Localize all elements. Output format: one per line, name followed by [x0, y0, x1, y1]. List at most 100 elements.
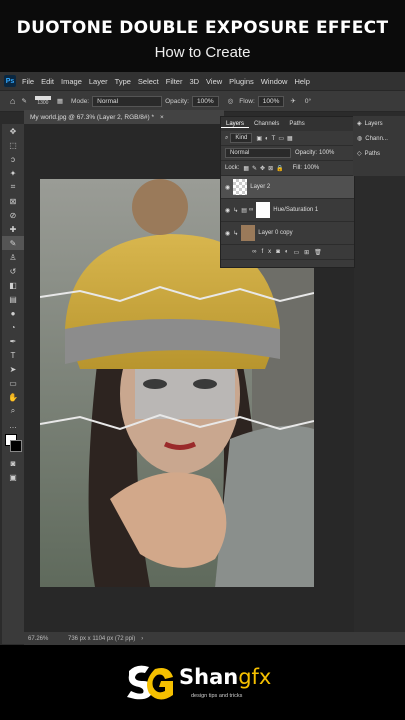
- layer-row-layer-2[interactable]: ◉ Layer 2: [221, 176, 354, 199]
- quick-select-tool-icon[interactable]: ✦: [2, 166, 24, 180]
- airbrush-icon[interactable]: ✈: [290, 97, 295, 105]
- menu-select[interactable]: Select: [138, 77, 159, 86]
- new-layer-icon[interactable]: ⊞: [304, 249, 314, 256]
- visibility-eye-icon[interactable]: ◉: [225, 207, 230, 214]
- brush-tool-icon[interactable]: ✎: [21, 97, 26, 105]
- layer-name: Layer 0 copy: [258, 230, 293, 236]
- photoshop-logo-icon: Ps: [4, 75, 16, 87]
- pen-tool-icon[interactable]: ✒: [2, 334, 24, 348]
- frame-tool-icon[interactable]: ⊠: [2, 194, 24, 208]
- panel-paths-button[interactable]: ◇ Paths: [353, 146, 405, 161]
- menu-plugins[interactable]: Plugins: [229, 77, 254, 86]
- quick-mask-icon[interactable]: ◙: [2, 456, 24, 470]
- opacity-label: Opacity:: [165, 97, 189, 105]
- tab-layers[interactable]: Layers: [221, 121, 250, 128]
- menu-3d[interactable]: 3D: [189, 77, 199, 86]
- menu-help[interactable]: Help: [294, 77, 309, 86]
- layer-row-hue-saturation[interactable]: ◉ ↳ ▤ ∞ Hue/Saturation 1: [221, 199, 354, 222]
- background-color-swatch[interactable]: [10, 440, 22, 452]
- color-swatches[interactable]: [2, 432, 24, 456]
- menu-window[interactable]: Window: [261, 77, 288, 86]
- brush-settings-icon[interactable]: ▦: [57, 97, 63, 105]
- banner-title: DUOTONE DOUBLE EXPOSURE EFFECT: [16, 18, 389, 38]
- shape-tool-icon[interactable]: ▭: [2, 376, 24, 390]
- adjustment-icon[interactable]: ◐: [285, 249, 294, 255]
- gradient-tool-icon[interactable]: ▤: [2, 292, 24, 306]
- brush-tool-icon-active[interactable]: ✎: [2, 236, 24, 250]
- menu-image[interactable]: Image: [61, 77, 82, 86]
- paths-panel-icon: ◇: [357, 151, 362, 157]
- layer-opacity-label: Opacity:: [295, 150, 318, 156]
- filter-row: ⌕ Kind ▣◐T▭▦: [221, 131, 354, 146]
- document-info[interactable]: 736 px x 1104 px (72 ppi): [68, 636, 135, 642]
- history-brush-tool-icon[interactable]: ↺: [2, 264, 24, 278]
- fill-field[interactable]: 100%: [304, 165, 319, 171]
- clone-stamp-tool-icon[interactable]: ♙: [2, 250, 24, 264]
- close-tab-icon[interactable]: ×: [160, 114, 164, 121]
- channels-panel-icon: ◍: [357, 136, 363, 142]
- layer-thumbnail: [233, 179, 248, 195]
- menu-file[interactable]: File: [22, 77, 34, 86]
- link-layers-icon[interactable]: ∞: [252, 249, 261, 255]
- menu-bar: Ps File Edit Image Layer Type Select Fil…: [0, 72, 405, 90]
- home-icon[interactable]: ⌂: [10, 96, 15, 106]
- path-select-tool-icon[interactable]: ➤: [2, 362, 24, 376]
- layer-name: Layer 2: [250, 184, 271, 190]
- menu-edit[interactable]: Edit: [41, 77, 54, 86]
- layers-panel-tabs: Layers Channels Paths: [221, 117, 354, 131]
- angle-field[interactable]: 0°: [305, 98, 311, 105]
- opacity-field[interactable]: 100%: [191, 95, 219, 107]
- new-group-icon[interactable]: ▭: [293, 249, 304, 256]
- type-tool-icon[interactable]: T: [2, 348, 24, 362]
- eraser-tool-icon[interactable]: ◧: [2, 278, 24, 292]
- status-arrow-icon[interactable]: ›: [141, 636, 143, 642]
- menu-view[interactable]: View: [206, 77, 222, 86]
- pressure-opacity-icon[interactable]: ◎: [228, 97, 234, 105]
- brand-name-suffix: gfx: [238, 665, 272, 689]
- dodge-tool-icon[interactable]: ◔: [2, 320, 24, 334]
- fx-button[interactable]: fx: [262, 249, 277, 255]
- panel-label: Chann...: [365, 135, 388, 142]
- panel-label: Paths: [364, 150, 380, 157]
- blend-mode-select[interactable]: Normal: [225, 148, 291, 158]
- sg-logo-mark: [127, 665, 173, 700]
- healing-tool-icon[interactable]: ✚: [2, 222, 24, 236]
- flow-field[interactable]: 100%: [257, 95, 285, 107]
- eyedropper-tool-icon[interactable]: ⊘: [2, 208, 24, 222]
- hand-tool-icon[interactable]: ✋: [2, 390, 24, 404]
- blur-tool-icon[interactable]: ●: [2, 306, 24, 320]
- add-mask-icon[interactable]: ◙: [276, 249, 285, 255]
- tab-channels[interactable]: Channels: [249, 121, 284, 127]
- move-tool-icon[interactable]: ✥: [2, 124, 24, 138]
- visibility-eye-icon[interactable]: ◉: [225, 230, 230, 237]
- tab-paths[interactable]: Paths: [284, 121, 309, 127]
- clip-arrow-icon: ↳: [233, 207, 239, 214]
- more-tools-icon[interactable]: …: [2, 418, 24, 432]
- panel-layers-button[interactable]: ◈ Layers: [353, 116, 405, 131]
- options-bar: ⌂ ✎ 1300 ▦ Mode: Normal Opacity: 100% ◎ …: [0, 90, 405, 112]
- zoom-tool-icon[interactable]: ⌕: [2, 404, 24, 418]
- panel-channels-button[interactable]: ◍ Chann...: [353, 131, 405, 146]
- document-tab[interactable]: My world.jpg @ 67.3% (Layer 2, RGB/8#) *…: [24, 110, 224, 124]
- flow-label: Flow:: [239, 97, 255, 105]
- screen-mode-icon[interactable]: ▣: [2, 470, 24, 484]
- menu-filter[interactable]: Filter: [166, 77, 183, 86]
- crop-tool-icon[interactable]: ⌗: [2, 180, 24, 194]
- layer-mask-thumbnail[interactable]: [256, 202, 271, 218]
- visibility-eye-icon[interactable]: ◉: [225, 184, 230, 191]
- lasso-tool-icon[interactable]: ↄ: [2, 152, 24, 166]
- menu-type[interactable]: Type: [115, 77, 131, 86]
- kind-filter-select[interactable]: Kind: [230, 133, 253, 143]
- bottom-banner: Shangfx design tips and tricks: [0, 645, 405, 720]
- top-banner: DUOTONE DOUBLE EXPOSURE EFFECT How to Cr…: [0, 0, 405, 72]
- menu-layer[interactable]: Layer: [89, 77, 108, 86]
- marquee-tool-icon[interactable]: ⬚: [2, 138, 24, 152]
- trash-icon[interactable]: 🗑: [314, 249, 327, 256]
- mode-select[interactable]: Normal: [92, 95, 163, 107]
- brush-preset-picker[interactable]: 1300: [34, 96, 51, 106]
- layer-opacity-field[interactable]: 100%: [319, 150, 334, 156]
- lock-icons[interactable]: ▦✎✥⊠🔒: [243, 165, 286, 172]
- layer-row-layer-0-copy[interactable]: ◉ ↳ Layer 0 copy: [221, 222, 354, 245]
- zoom-level[interactable]: 67.26%: [28, 636, 68, 642]
- filter-icons[interactable]: ▣◐T▭▦: [256, 135, 295, 142]
